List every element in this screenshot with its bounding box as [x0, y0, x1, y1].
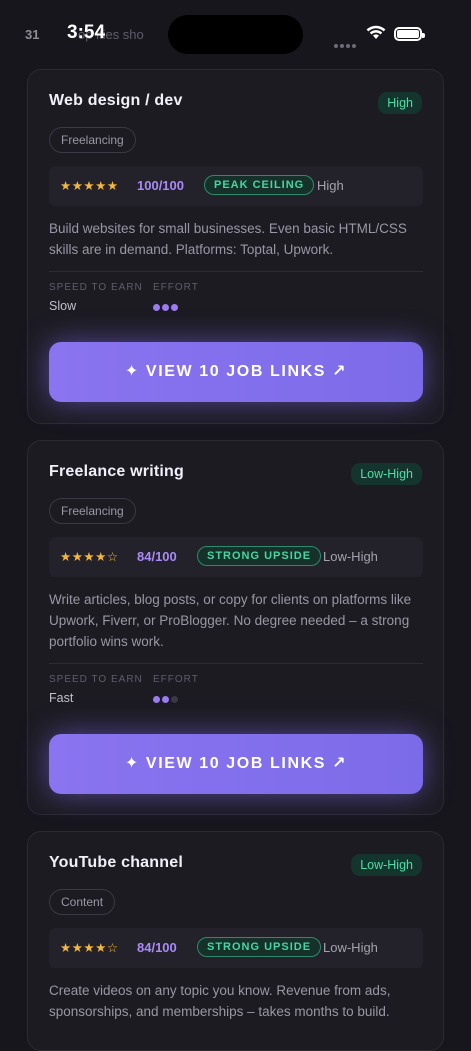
- upside-pill: STRONG UPSIDE: [197, 546, 322, 566]
- status-bar: 31 op ities sho 3:54: [0, 0, 471, 62]
- effort-label: EFFORT: [153, 282, 199, 293]
- income-level: High: [317, 178, 344, 193]
- upside-pill: PEAK CEILING: [204, 175, 315, 195]
- stats-row: ★★★★★ 100/100 PEAK CEILING High: [49, 166, 423, 206]
- opportunity-card: YouTube channel Low-High Content ★★★★☆ 8…: [27, 831, 444, 1051]
- clock: 3:54: [67, 22, 106, 43]
- star-rating: ★★★★☆: [60, 550, 119, 564]
- battery-icon: [394, 27, 425, 41]
- card-description: Create videos on any topic you know. Rev…: [49, 983, 391, 1019]
- stats-row: ★★★★☆ 84/100 STRONG UPSIDE Low-High: [49, 928, 423, 968]
- upside-pill: STRONG UPSIDE: [197, 937, 322, 957]
- speed-label: SPEED TO EARN: [49, 674, 143, 685]
- category-tag: Freelancing: [49, 127, 136, 153]
- score: 100/100: [137, 178, 184, 193]
- category-tag: Content: [49, 889, 116, 915]
- divider: [49, 663, 423, 664]
- speed-value: Slow: [49, 299, 77, 313]
- card-description: Build websites for small businesses. Eve…: [49, 221, 407, 257]
- view-job-links-button[interactable]: ✦ VIEW 10 JOB LINKS ↗: [49, 734, 423, 794]
- opportunity-card: Freelance writing Low-High Freelancing ★…: [27, 440, 444, 815]
- effort-dots: [153, 690, 180, 708]
- speed-value: Fast: [49, 691, 74, 705]
- effort-label: EFFORT: [153, 674, 199, 685]
- stats-row: ★★★★☆ 84/100 STRONG UPSIDE Low-High: [49, 537, 423, 577]
- cellular-signal-icon: [334, 37, 358, 55]
- card-description: Write articles, blog posts, or copy for …: [49, 592, 412, 649]
- score: 84/100: [137, 549, 177, 564]
- calendar-icon: 31: [25, 27, 40, 42]
- star-rating: ★★★★☆: [60, 941, 119, 955]
- dynamic-island: [168, 15, 303, 54]
- view-job-links-button[interactable]: ✦ VIEW 10 JOB LINKS ↗: [49, 342, 423, 402]
- divider: [49, 271, 423, 272]
- opportunity-card: Web design / dev High Freelancing ★★★★★ …: [27, 69, 444, 424]
- effort-dots: [153, 298, 180, 316]
- category-tag: Freelancing: [49, 498, 136, 524]
- card-title: Web design / dev: [49, 92, 183, 109]
- wifi-icon: [366, 25, 386, 45]
- card-title: Freelance writing: [49, 463, 184, 480]
- earning-badge: Low-High: [351, 854, 422, 876]
- speed-label: SPEED TO EARN: [49, 282, 143, 293]
- earning-badge: Low-High: [351, 463, 422, 485]
- income-level: Low-High: [323, 549, 378, 564]
- card-title: YouTube channel: [49, 854, 183, 871]
- star-rating: ★★★★★: [60, 179, 119, 193]
- earning-badge: High: [378, 92, 422, 114]
- score: 84/100: [137, 940, 177, 955]
- income-level: Low-High: [323, 940, 378, 955]
